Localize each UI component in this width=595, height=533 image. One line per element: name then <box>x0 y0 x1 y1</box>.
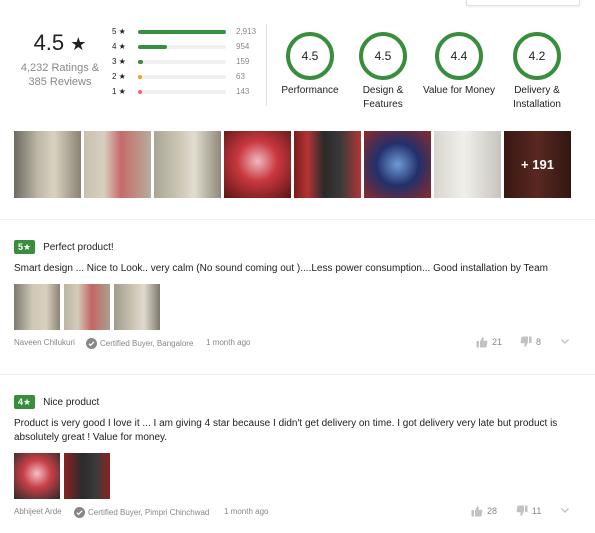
review-date: 1 month ago <box>206 338 251 347</box>
like-button[interactable]: 21 <box>476 336 502 348</box>
aspect-label: Delivery & Installation <box>513 85 561 110</box>
summary-divider <box>266 24 267 106</box>
aspect-label: Value for Money <box>422 85 496 96</box>
dislike-count: 8 <box>536 337 542 347</box>
section-divider <box>0 219 595 220</box>
overall-rating: 4.5 ★ <box>14 30 106 57</box>
review-card: 5★ Perfect product! Smart design ... Nic… <box>14 240 584 352</box>
review-text: Smart design ... Nice to Look.. very cal… <box>14 263 548 274</box>
rating-distribution: 5 ★ 2,913 4 ★ 954 3 ★ 159 2 ★ 63 1 ★ 143 <box>112 24 262 99</box>
rating-bar-count: 143 <box>236 87 250 96</box>
review-options-button[interactable] <box>560 505 574 515</box>
thumbs-up-icon <box>471 506 483 517</box>
rating-bar-row: 3 ★ 159 <box>112 54 262 69</box>
customer-photo[interactable] <box>14 131 81 198</box>
review-rating-badge: 5★ <box>14 240 36 254</box>
top-right-button[interactable] <box>466 0 580 6</box>
review-photo[interactable] <box>64 284 110 330</box>
overall-rating-value: 4.5 <box>33 30 65 55</box>
rating-bar-count: 159 <box>236 57 250 66</box>
like-count: 21 <box>492 337 503 347</box>
customer-photo[interactable] <box>294 131 361 198</box>
customer-photo[interactable] <box>364 131 431 198</box>
rating-bar-row: 5 ★ 2,913 <box>112 24 262 39</box>
review-date: 1 month ago <box>224 507 269 516</box>
rating-bar-label: 1 ★ <box>112 87 126 96</box>
certified-check-icon <box>86 338 97 349</box>
customer-photo[interactable] <box>434 131 501 198</box>
review-divider <box>0 374 595 375</box>
rating-bar-track <box>138 29 226 34</box>
rating-bar-label: 2 ★ <box>112 72 126 81</box>
aspect-ratings: 4.5 Performance 4.5 Design & Features 4.… <box>270 32 590 114</box>
ratings-count: 4,232 Ratings & <box>20 62 100 74</box>
rating-bar-label: 4 ★ <box>112 42 126 51</box>
rating-bar-fill <box>138 74 142 79</box>
thumbs-down-icon <box>516 505 528 516</box>
review-title: Perfect product! <box>43 241 114 253</box>
aspect-performance[interactable]: 4.5 Performance <box>270 32 350 98</box>
certified-buyer: Certified Buyer, Bangalore <box>86 338 193 349</box>
rating-bar-track <box>138 44 226 49</box>
customer-photo[interactable] <box>84 131 151 198</box>
rating-bar-label: 5 ★ <box>112 27 126 36</box>
review-photos <box>14 453 584 499</box>
review-photo[interactable] <box>114 284 160 330</box>
rating-bar-fill <box>138 29 226 34</box>
review-photos <box>14 284 584 330</box>
review-card: 4★ Nice product Product is very good I l… <box>14 395 584 521</box>
rating-bar-count: 2,913 <box>236 27 257 36</box>
certified-buyer: Certified Buyer, Pimpri Chinchwad <box>74 507 209 518</box>
dislike-button[interactable]: 11 <box>516 505 541 517</box>
dislike-count: 11 <box>532 506 542 516</box>
rating-summary: 4.5 ★ 4,232 Ratings & 385 Reviews <box>14 30 106 89</box>
rating-bar-count: 63 <box>236 72 245 81</box>
aspect-score-ring: 4.4 <box>435 32 483 80</box>
rating-bar-track <box>138 59 226 64</box>
thumbs-up-icon <box>476 337 488 348</box>
aspect-design-features[interactable]: 4.5 Design & Features <box>342 32 424 112</box>
customer-photo[interactable] <box>224 131 291 198</box>
aspect-value-for-money[interactable]: 4.4 Value for Money <box>418 32 500 98</box>
rating-bar-fill <box>138 89 143 94</box>
more-photos-label: + 191 <box>504 131 571 198</box>
chevron-down-icon <box>561 339 569 344</box>
review-title: Nice product <box>43 396 100 408</box>
more-photos-tile[interactable]: + 191 <box>504 131 571 198</box>
rating-bar-track <box>138 74 226 79</box>
review-photo[interactable] <box>14 284 60 330</box>
certified-buyer-label: Certified Buyer, Bangalore <box>100 339 194 348</box>
certified-buyer-label: Certified Buyer, Pimpri Chinchwad <box>88 508 210 517</box>
aspect-label: Design & Features <box>362 85 404 110</box>
rating-bar-label: 3 ★ <box>112 57 126 66</box>
aspect-delivery-installation[interactable]: 4.2 Delivery & Installation <box>496 32 578 112</box>
certified-check-icon <box>74 507 85 518</box>
dislike-button[interactable]: 8 <box>520 336 541 348</box>
rating-bar-row: 4 ★ 954 <box>112 39 262 54</box>
rating-bar-row: 1 ★ 143 <box>112 84 262 99</box>
aspect-score-ring: 4.5 <box>359 32 407 80</box>
aspect-score-ring: 4.5 <box>286 32 334 80</box>
rating-bar-count: 954 <box>236 42 250 51</box>
customer-photo[interactable] <box>154 131 221 198</box>
thumbs-down-icon <box>520 336 532 347</box>
star-icon: ★ <box>70 34 87 54</box>
chevron-down-icon <box>561 508 569 513</box>
review-author: Naveen Chilukuri <box>14 338 75 347</box>
review-rating-badge: 4★ <box>14 395 36 409</box>
rating-bar-fill <box>138 44 168 49</box>
review-text: Product is very good I love it ... I am … <box>14 418 558 443</box>
review-options-button[interactable] <box>560 336 574 346</box>
review-photo[interactable] <box>64 453 110 499</box>
like-count: 28 <box>487 506 498 516</box>
reviews-count: 385 Reviews <box>28 76 92 88</box>
aspect-label: Performance <box>281 85 339 96</box>
like-button[interactable]: 28 <box>471 505 497 517</box>
rating-bar-fill <box>138 59 144 64</box>
aspect-score-ring: 4.2 <box>513 32 561 80</box>
review-photo[interactable] <box>14 453 60 499</box>
rating-bar-row: 2 ★ 63 <box>112 69 262 84</box>
rating-bar-track <box>138 89 226 94</box>
review-author: Abhijeet Arde <box>14 507 62 516</box>
